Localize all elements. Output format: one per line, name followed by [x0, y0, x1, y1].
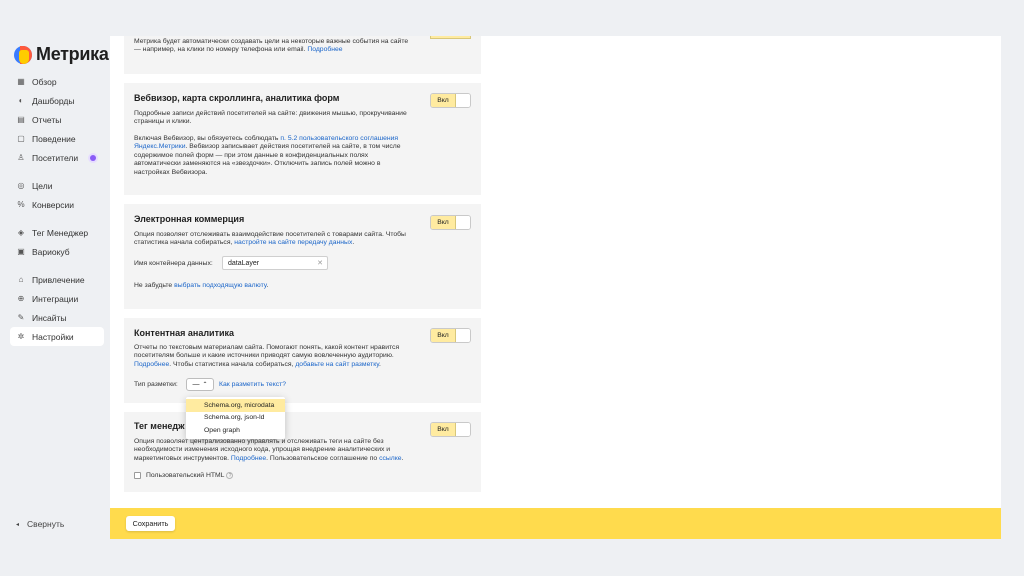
sidebar-nav: ▦ Обзор ◐ Дашборды ▤ Отчеты ▢ Поведение ♙ Пос…: [10, 72, 104, 346]
cube-icon: ▣: [17, 247, 25, 256]
container-name-input[interactable]: dataLayer ✕: [222, 256, 328, 270]
auto-goals-toggle[interactable]: [430, 36, 471, 39]
auto-goals-card: Метрика будет автоматически создавать це…: [124, 36, 481, 74]
clear-icon[interactable]: ✕: [317, 259, 323, 267]
acquisition-icon: ⌂: [18, 275, 24, 284]
toggle-on-label: Вкл: [431, 329, 456, 342]
collapse-button[interactable]: ◂ Свернуть: [16, 519, 64, 529]
toggle-on-label: Вкл: [431, 423, 456, 436]
chevron-up-icon: ⌃: [202, 382, 208, 388]
custom-html-label: Пользовательский HTML: [146, 472, 225, 479]
data-transfer-link[interactable]: настройте на сайте передачу данных: [234, 239, 352, 246]
sidebar-item-acquisition[interactable]: ⌂ Привлечение: [10, 270, 104, 289]
content-analytics-desc: Отчеты по текстовым материалам сайта. По…: [134, 344, 400, 368]
metrika-logo-icon: [14, 45, 32, 64]
ecommerce-title: Электронная коммерция: [134, 214, 245, 224]
behavior-icon: ▢: [17, 134, 25, 143]
tag-manager-card: Тег менедж Вкл Опция позволяет централиз…: [124, 412, 481, 492]
sidebar-item-label: Привлечение: [32, 274, 85, 285]
markup-type-value: —: [192, 381, 200, 388]
target-icon: ◎: [17, 181, 25, 190]
more-link[interactable]: Подробнее: [231, 455, 266, 462]
ecommerce-card: Электронная коммерция Вкл Опция позволяе…: [124, 204, 481, 309]
dashboard-icon: ◐: [18, 96, 24, 105]
dropdown-option-microdata[interactable]: Schema.org, microdata: [186, 399, 285, 412]
sidebar-item-label: Обзор: [32, 76, 57, 87]
sidebar-item-label: Поведение: [32, 133, 76, 144]
percent-icon: %: [17, 200, 25, 209]
webvisor-agreement: Включая Вебвизор, вы обязуетесь соблюдат…: [134, 135, 401, 176]
sidebar-item-label: Интеграции: [32, 293, 79, 304]
ecommerce-toggle[interactable]: Вкл: [430, 215, 471, 230]
sidebar-item-behavior[interactable]: ▢ Поведение: [10, 129, 104, 148]
user-icon: ♙: [17, 153, 25, 162]
sidebar-item-label: Инсайты: [32, 312, 67, 323]
sidebar-item-variocube[interactable]: ▣ Вариокуб: [10, 242, 104, 261]
sidebar-item-conversions[interactable]: % Конверсии: [10, 195, 104, 214]
container-name-label: Имя контейнера данных:: [134, 260, 213, 267]
currency-note: Не забудьте выбрать подходящую валюту.: [134, 282, 269, 289]
add-markup-link[interactable]: добавьте на сайт разметку: [295, 361, 379, 368]
currency-link[interactable]: выбрать подходящую валюту: [174, 282, 266, 289]
toggle-on-label: Вкл: [431, 94, 456, 107]
checkbox-box[interactable]: [134, 472, 141, 479]
sidebar-item-label: Цели: [32, 180, 53, 191]
markup-type-dropdown: Schema.org, microdata Schema.org, json-l…: [186, 397, 285, 439]
sidebar-item-tag-manager[interactable]: ◈ Тег Менеджер: [10, 223, 104, 242]
sidebar-item-label: Конверсии: [32, 199, 74, 210]
sidebar-item-settings[interactable]: ✲ Настройки: [10, 327, 104, 346]
sidebar-item-integrations[interactable]: ⊕ Интеграции: [10, 289, 104, 308]
sidebar-item-label: Отчеты: [32, 114, 62, 125]
container-name-value: dataLayer: [228, 259, 260, 267]
sidebar-item-label: Посетители: [32, 152, 79, 163]
custom-html-checkbox[interactable]: Пользовательский HTML ?: [134, 472, 234, 479]
dropdown-option-json-ld[interactable]: Schema.org, json-ld: [186, 412, 285, 425]
save-button[interactable]: Сохранить: [126, 516, 175, 531]
toggle-on-label: Вкл: [431, 216, 456, 229]
sidebar-item-goals[interactable]: ◎ Цели: [10, 176, 104, 195]
logo-text: Метрика: [36, 44, 109, 64]
grid-icon: ▦: [17, 77, 25, 86]
tag-icon: ◈: [17, 228, 25, 237]
ecommerce-desc: Опция позволяет отслеживать взаимодейств…: [134, 231, 406, 247]
report-icon: ▤: [17, 115, 25, 124]
help-icon[interactable]: ?: [226, 472, 234, 479]
content-analytics-card: Контентная аналитика Вкл Отчеты по текст…: [124, 318, 481, 403]
content-analytics-title: Контентная аналитика: [134, 328, 235, 338]
more-link[interactable]: Подробнее: [307, 46, 342, 53]
sidebar-item-visitors[interactable]: ♙ Посетители: [10, 148, 104, 167]
integration-icon: ⊕: [17, 294, 25, 303]
chevron-left-icon: ◂: [16, 521, 20, 528]
markup-type-select[interactable]: — ⌃: [186, 378, 214, 391]
agreement-link[interactable]: ссылке: [379, 455, 401, 462]
insight-icon: ✎: [17, 313, 25, 322]
tag-manager-title: Тег менедж: [134, 421, 185, 431]
webvisor-card: Вебвизор, карта скроллинга, аналитика фо…: [124, 83, 481, 195]
more-link[interactable]: Подробнее: [134, 361, 169, 368]
gear-icon: ✲: [17, 332, 25, 341]
sidebar-item-label: Настройки: [32, 331, 74, 342]
sidebar-item-insights[interactable]: ✎ Инсайты: [10, 308, 104, 327]
tag-manager-toggle[interactable]: Вкл: [430, 422, 471, 437]
sidebar-item-overview[interactable]: ▦ Обзор: [10, 72, 104, 91]
logo[interactable]: Метрика: [14, 44, 109, 65]
sidebar-item-label: Вариокуб: [32, 246, 70, 257]
notification-dot: [90, 154, 96, 161]
sidebar-item-label: Дашборды: [32, 95, 75, 106]
save-bar: Сохранить: [110, 508, 1001, 539]
tag-manager-desc: Опция позволяет централизованно управлят…: [134, 438, 404, 462]
sidebar-item-reports[interactable]: ▤ Отчеты: [10, 110, 104, 129]
sidebar-item-label: Тег Менеджер: [32, 227, 89, 238]
markup-type-label: Тип разметки:: [134, 381, 178, 388]
auto-goals-desc: Метрика будет автоматически создавать це…: [134, 38, 409, 54]
markup-help-link[interactable]: Как разметить текст?: [219, 381, 286, 388]
webvisor-desc: Подробные записи действий посетителей на…: [134, 110, 407, 126]
webvisor-toggle[interactable]: Вкл: [430, 93, 471, 108]
collapse-label: Свернуть: [27, 519, 65, 529]
content-analytics-toggle[interactable]: Вкл: [430, 328, 471, 343]
webvisor-title: Вебвизор, карта скроллинга, аналитика фо…: [134, 93, 340, 103]
sidebar-item-dashboards[interactable]: ◐ Дашборды: [10, 91, 104, 110]
dropdown-option-open-graph[interactable]: Open graph: [186, 424, 285, 437]
sidebar: Метрика ▦ Обзор ◐ Дашборды ▤ Отчеты ▢ Поведе…: [0, 0, 110, 576]
